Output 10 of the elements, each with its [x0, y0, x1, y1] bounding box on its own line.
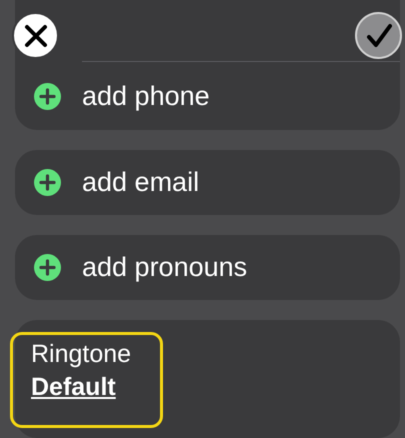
checkmark-icon	[366, 22, 392, 48]
add-row[interactable]: add email	[15, 150, 400, 215]
ringtone-label: Ringtone	[31, 339, 132, 370]
add-row[interactable]: add phone	[15, 62, 400, 130]
add-row[interactable]: add pronouns	[15, 235, 400, 300]
ringtone-link[interactable]: Default	[31, 370, 116, 404]
add-icon	[34, 169, 61, 196]
add-icon	[34, 82, 61, 110]
add-icon	[34, 254, 61, 281]
close-icon	[24, 24, 48, 48]
